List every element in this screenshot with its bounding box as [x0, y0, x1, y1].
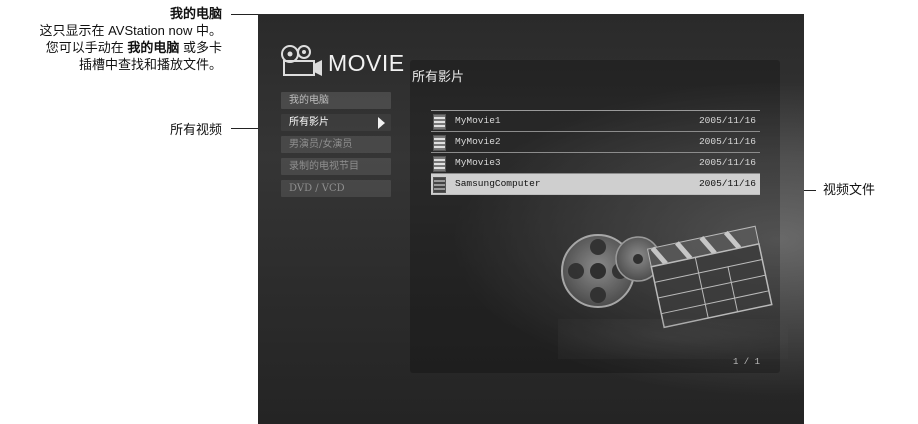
panel-title: 所有影片	[412, 70, 465, 85]
page-indicator: 1 / 1	[732, 357, 760, 367]
film-strip-icon	[433, 114, 446, 130]
sidebar-item-recorded-tv[interactable]: 录制的电视节目	[281, 158, 391, 175]
list-item[interactable]: MyMovie1 2005/11/16	[431, 111, 760, 132]
play-arrow-icon	[378, 117, 385, 129]
desc-post: 或多卡	[179, 40, 222, 55]
film-reel-clapperboard-icon	[558, 225, 788, 359]
list-item-selected[interactable]: SamsungComputer 2005/11/16	[431, 174, 760, 195]
sidebar-item-label: 所有影片	[289, 117, 329, 128]
sidebar-item-actors[interactable]: 男演员/女演员	[281, 136, 391, 153]
film-camera-icon	[281, 45, 322, 76]
annotation-description: 这只显示在 AVStation now 中。 您可以手动在 我的电脑 或多卡 插…	[0, 22, 222, 73]
file-date: 2005/11/16	[698, 157, 756, 168]
sidebar: 我的电脑 所有影片 男演员/女演员 录制的电视节目 DVD / VCD	[281, 92, 391, 202]
film-strip-icon	[433, 156, 446, 172]
annotation-desc-line3: 插槽中查找和播放文件。	[78, 57, 222, 72]
file-date: 2005/11/16	[698, 178, 756, 189]
file-date: 2005/11/16	[698, 115, 756, 126]
annotation-desc-line1: 这只显示在 AVStation now 中。	[39, 23, 222, 38]
sidebar-item-all-movies[interactable]: 所有影片	[281, 114, 391, 131]
annotation-all-videos: 所有视频	[169, 122, 222, 137]
annotation-my-computer: 我的电脑	[169, 6, 222, 21]
annotation-desc-line2: 您可以手动在 我的电脑 或多卡	[0, 39, 222, 56]
film-strip-icon	[433, 135, 446, 151]
list-item[interactable]: MyMovie2 2005/11/16	[431, 132, 760, 153]
file-name: MyMovie3	[455, 157, 501, 168]
file-name: SamsungComputer	[455, 178, 541, 189]
desc-bold: 我的电脑	[127, 40, 180, 55]
annotation-video-file: 视频文件	[823, 182, 876, 197]
film-strip-icon	[433, 177, 446, 193]
media-screen: MOVIE 我的电脑 所有影片 男演员/女演员 录制的电视节目 DVD / VC…	[258, 14, 804, 424]
sidebar-item-dvd-vcd[interactable]: DVD / VCD	[281, 180, 391, 197]
list-item[interactable]: MyMovie3 2005/11/16	[431, 153, 760, 174]
desc-pre: 您可以手动在	[45, 40, 128, 55]
file-name: MyMovie2	[455, 136, 501, 147]
file-date: 2005/11/16	[698, 136, 756, 147]
file-name: MyMovie1	[455, 115, 501, 126]
app-title: MOVIE	[328, 50, 405, 76]
sidebar-item-my-computer[interactable]: 我的电脑	[281, 92, 391, 109]
file-list: MyMovie1 2005/11/16 MyMovie2 2005/11/16 …	[431, 110, 760, 195]
